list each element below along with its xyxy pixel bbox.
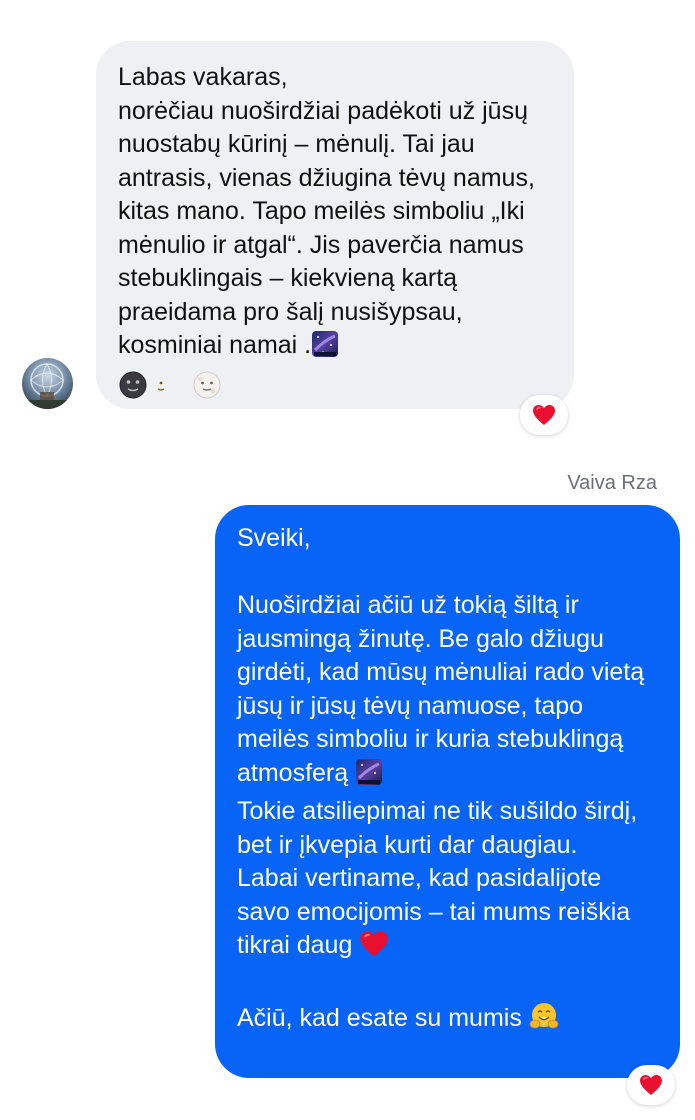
sender-name: Vaiva Rza <box>567 472 657 494</box>
paragraph-2-text: Tokie atsiliepimai ne tik sušildo širdį,… <box>237 797 638 859</box>
crescent-moon-icon <box>152 370 178 410</box>
outgoing-message-bubble[interactable]: Sveiki, Nuoširdžiai ačiū už tokią šiltą … <box>215 505 680 1078</box>
closing-text: Ačiū, kad esate su mumis <box>237 1004 522 1032</box>
new-moon-face-icon <box>118 370 148 410</box>
incoming-message-text: Labas vakaras, norėčiau nuoširdžiai padė… <box>118 63 535 359</box>
full-moon-face-icon <box>192 370 222 410</box>
red-heart-icon <box>640 1075 662 1095</box>
red-heart-icon <box>533 405 555 425</box>
incoming-emoji-row <box>118 370 552 410</box>
crescent-moon-icon <box>559 1003 585 1041</box>
incoming-message-bubble[interactable]: Labas vakaras, norėčiau nuoširdžiai padė… <box>96 41 574 409</box>
avatar-image <box>22 363 73 409</box>
milky-way-icon <box>355 758 383 796</box>
incoming-reaction[interactable] <box>520 395 568 435</box>
contact-avatar[interactable] <box>22 358 73 409</box>
paragraph-3-text: Labai vertiname, kad pasidalijote savo e… <box>237 864 631 959</box>
outgoing-reaction[interactable] <box>627 1065 675 1105</box>
milky-way-icon <box>311 330 339 368</box>
greeting-text: Sveiki, <box>237 524 311 552</box>
red-heart-icon <box>359 930 389 968</box>
hugging-face-icon <box>529 1001 559 1041</box>
crescent-moon-icon <box>383 758 409 796</box>
paragraph-1-text: Nuoširdžiai ačiū už tokią šiltą ir jausm… <box>237 591 645 787</box>
